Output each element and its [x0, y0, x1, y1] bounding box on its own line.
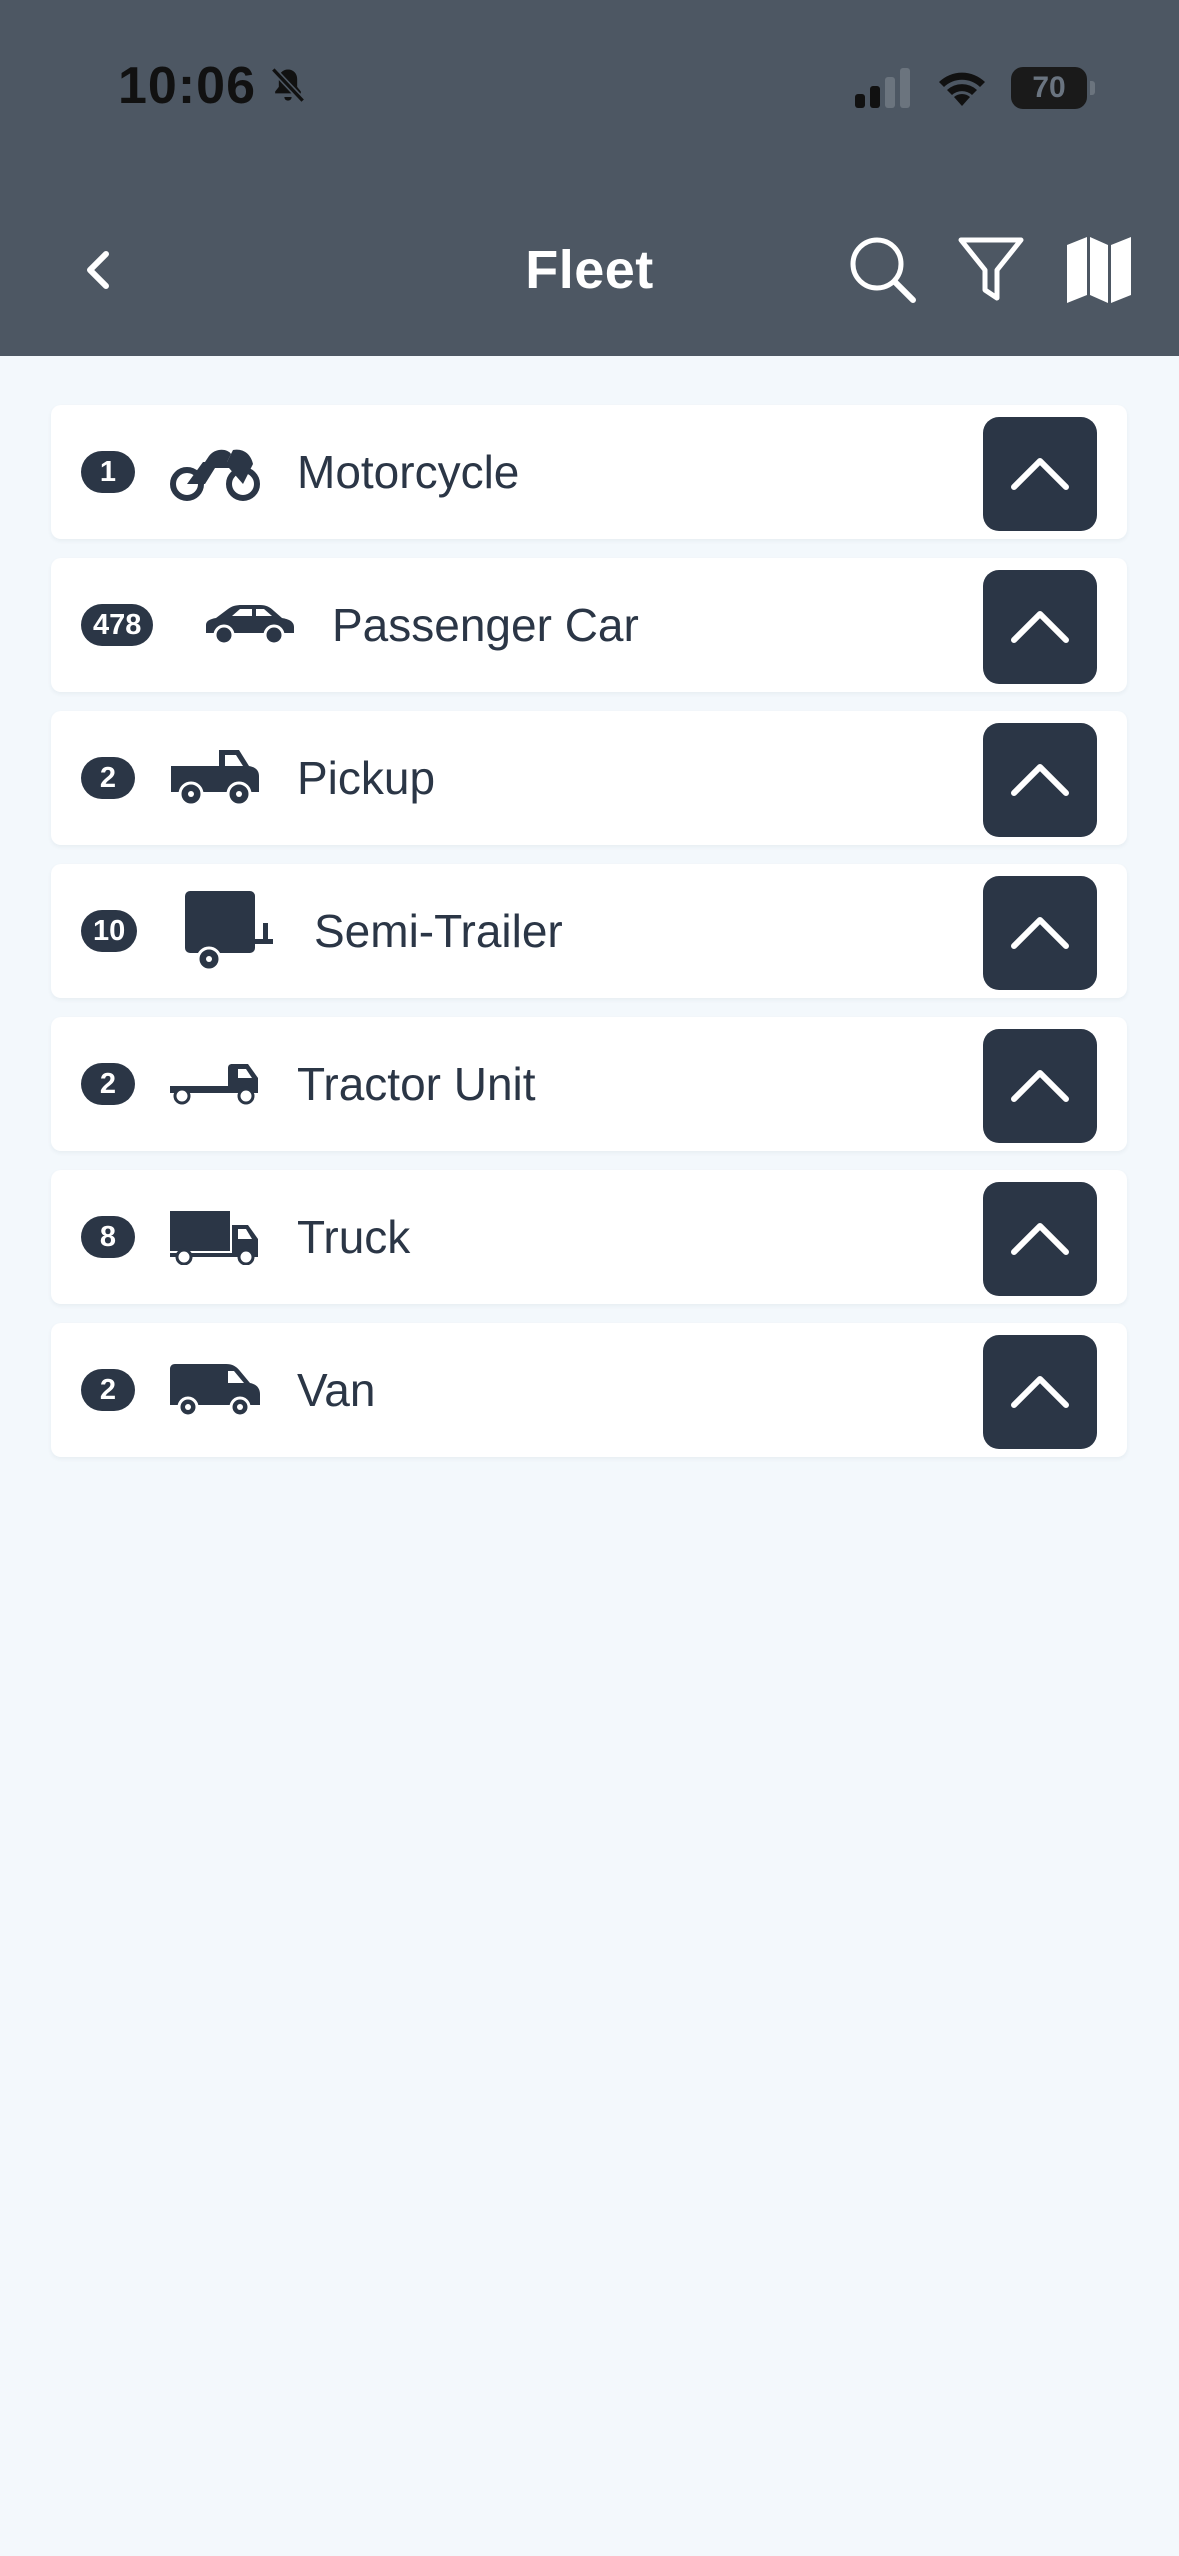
status-time: 10:06 [118, 54, 310, 118]
list-item[interactable]: 10 Semi-Trailer [51, 864, 1127, 998]
vehicle-type-label: Passenger Car [332, 599, 639, 651]
filter-icon [958, 237, 1024, 301]
bell-muted-icon [270, 67, 306, 103]
list-item[interactable]: 1 Motorcycle [51, 405, 1127, 539]
count-badge: 478 [81, 604, 154, 646]
chevron-up-icon [1011, 1376, 1069, 1408]
expand-button[interactable] [983, 1182, 1097, 1296]
status-time-text: 10:06 [118, 57, 256, 115]
chevron-up-icon [1011, 611, 1069, 643]
expand-button[interactable] [983, 723, 1097, 837]
map-icon [1067, 237, 1131, 303]
list-item[interactable]: 478 Passenger Car [51, 558, 1127, 692]
expand-button[interactable] [983, 1335, 1097, 1449]
chevron-up-icon [1011, 917, 1069, 949]
chevron-up-icon [1011, 764, 1069, 796]
vehicle-type-label: Tractor Unit [297, 1058, 536, 1110]
battery-indicator: 70 [1011, 67, 1095, 109]
vehicle-type-label: Pickup [297, 752, 436, 804]
count-badge: 8 [81, 1216, 135, 1258]
truck-icon [167, 1197, 263, 1277]
chevron-up-icon [1011, 1070, 1069, 1102]
count-badge: 1 [81, 451, 135, 493]
cellular-signal-icon [855, 68, 910, 108]
top-bar: 10:06 70 Fleet [0, 0, 1179, 356]
count-badge: 10 [81, 910, 138, 952]
filter-button[interactable] [951, 230, 1031, 310]
count-badge: 2 [81, 1369, 135, 1411]
count-badge: 2 [81, 1063, 135, 1105]
search-button[interactable] [843, 230, 923, 310]
pickup-icon [167, 738, 263, 818]
status-indicators: 70 [855, 60, 1095, 116]
list-item[interactable]: 2 Van [51, 1323, 1127, 1457]
battery-level: 70 [1032, 71, 1066, 104]
car-icon [201, 585, 297, 665]
vehicle-type-label: Truck [297, 1211, 411, 1263]
trailer-icon [179, 891, 275, 972]
chevron-left-icon [87, 251, 109, 289]
motorcycle-icon [167, 432, 263, 512]
chevron-up-icon [1011, 458, 1069, 490]
vehicle-type-label: Semi-Trailer [314, 905, 563, 957]
expand-button[interactable] [983, 876, 1097, 990]
fleet-list: 1 Motorcycle 478 Passenger Car 2 Pickup … [51, 405, 1127, 1476]
expand-button[interactable] [983, 417, 1097, 531]
wifi-icon [939, 72, 985, 106]
list-item[interactable]: 2 Tractor Unit [51, 1017, 1127, 1151]
map-button[interactable] [1059, 230, 1139, 310]
chevron-up-icon [1011, 1223, 1069, 1255]
count-badge: 2 [81, 757, 135, 799]
van-icon [167, 1350, 263, 1430]
expand-button[interactable] [983, 570, 1097, 684]
navigation-bar: Fleet [0, 210, 1179, 330]
list-item[interactable]: 2 Pickup [51, 711, 1127, 845]
back-button[interactable] [62, 235, 132, 305]
vehicle-type-label: Van [297, 1364, 376, 1416]
list-item[interactable]: 8 Truck [51, 1170, 1127, 1304]
header-actions [843, 228, 1139, 312]
expand-button[interactable] [983, 1029, 1097, 1143]
tractor-unit-icon [167, 1044, 263, 1124]
vehicle-type-label: Motorcycle [297, 446, 520, 498]
search-icon [850, 237, 916, 303]
